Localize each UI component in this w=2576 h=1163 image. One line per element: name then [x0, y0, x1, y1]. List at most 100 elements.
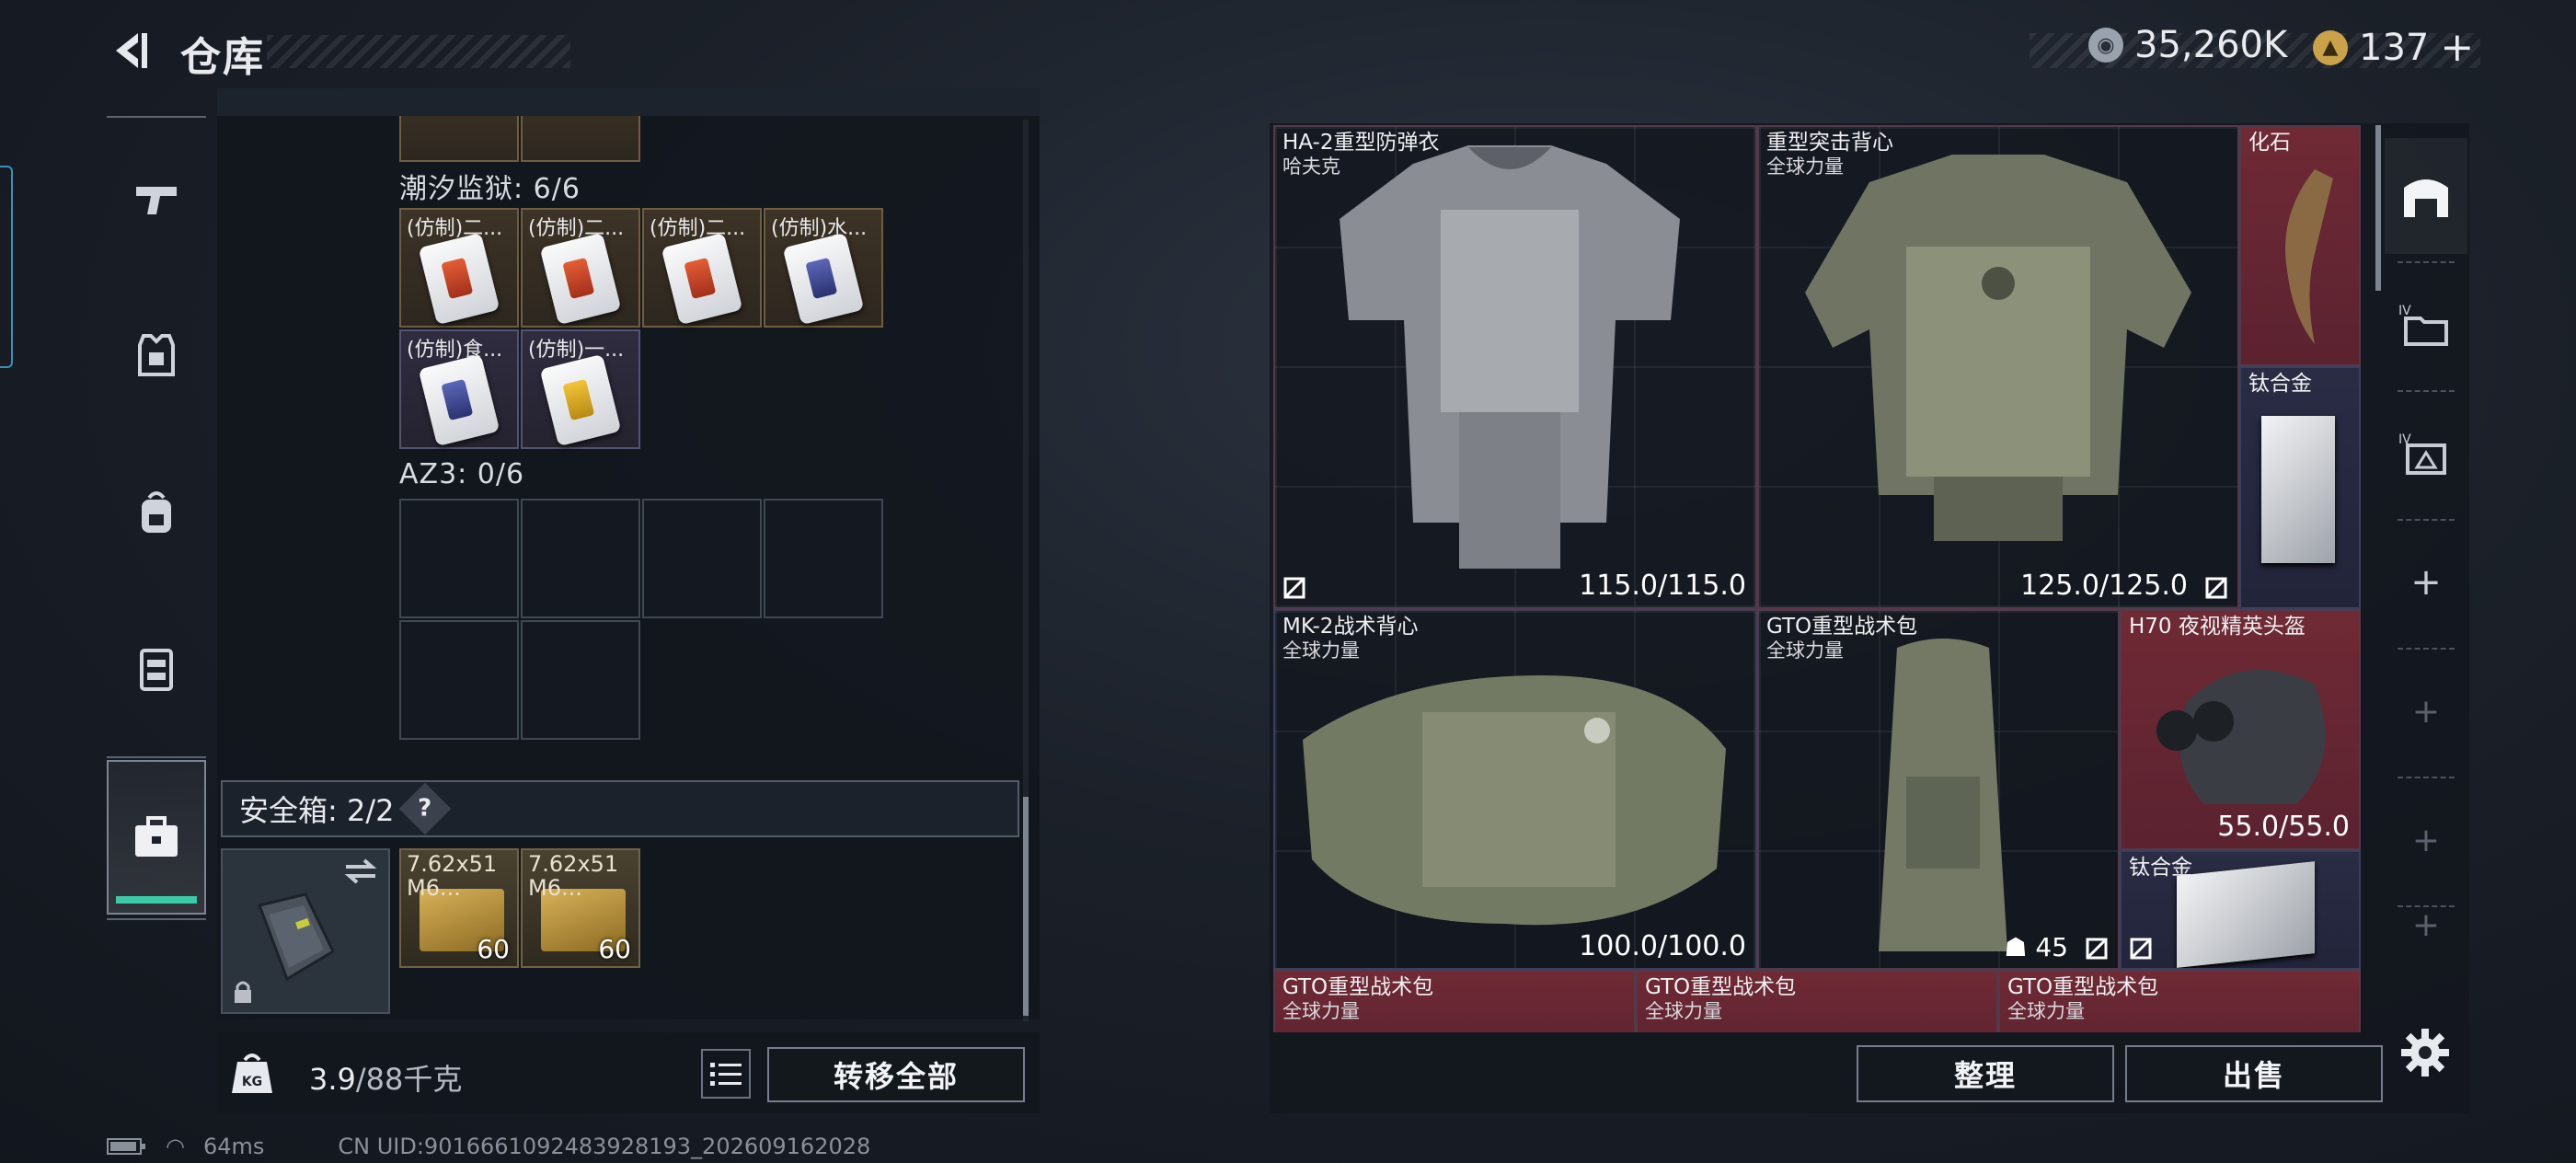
swap-icon[interactable]	[342, 858, 379, 885]
item-name: 重型突击背心	[1766, 131, 1893, 155]
empty-slot[interactable]	[521, 499, 640, 618]
stash-item[interactable]: 钛合金	[2239, 366, 2361, 609]
gold-amount: 137	[2359, 26, 2430, 69]
safebox-case-icon	[257, 892, 335, 982]
safebox-ammo-item[interactable]: 7.62x51 M6... 60	[521, 848, 640, 968]
section-label-tidal-prison: 潮汐监狱: 6/6	[399, 173, 581, 205]
item-label: 重型突击背心 全球力量	[1766, 131, 1893, 178]
stash-tab-iv-folder[interactable]: IV	[2385, 267, 2467, 383]
stash-item[interactable]: 重型突击背心 全球力量 125.0/125.0	[1757, 125, 2239, 609]
empty-slot[interactable]	[399, 620, 519, 740]
empty-slot[interactable]	[521, 620, 640, 740]
svg-text:IV: IV	[2398, 304, 2411, 318]
safebox-ammo-item[interactable]: 7.62x51 M6... 60	[399, 848, 519, 968]
nav-backpack[interactable]	[107, 443, 206, 582]
section-label-az3: AZ3: 0/6	[399, 458, 525, 490]
item-brand: 全球力量	[1645, 1000, 1722, 1022]
help-icon[interactable]: ?	[399, 782, 452, 835]
stash-tab-all[interactable]	[2385, 138, 2467, 254]
capacity-value: 45	[2035, 932, 2068, 962]
stash-tab-add[interactable]: +	[2385, 524, 2467, 640]
safebox-header: 安全箱: 2/2 ?	[221, 780, 1019, 837]
rig-icon	[140, 649, 173, 691]
sell-button[interactable]: 出售	[2125, 1045, 2383, 1102]
stash-tab-add[interactable]: +	[2385, 653, 2467, 769]
empty-slot[interactable]	[764, 499, 883, 618]
tab-divider	[2398, 648, 2455, 650]
gold-currency[interactable]: ▲ 137 +	[2313, 24, 2474, 71]
box-iv-icon: IV	[2398, 432, 2446, 475]
tab-divider	[2398, 777, 2455, 778]
assault-vest-image	[1805, 155, 2191, 541]
consumable-pack-icon	[418, 353, 500, 447]
consumable-pack-icon	[661, 232, 743, 326]
plus-icon: +	[2411, 821, 2441, 859]
stash-item[interactable]: GTO重型战术包 全球力量 ☗ 45	[1757, 609, 2120, 970]
container-scroll-thumb[interactable]	[1023, 797, 1029, 1016]
container-item[interactable]: (仿制)二...	[399, 208, 519, 328]
backpack-icon	[142, 491, 171, 533]
title-decoration	[267, 35, 570, 68]
stash-item[interactable]: H70 夜视精英头盔 55.0/55.0	[2120, 609, 2361, 850]
stash-item[interactable]: 化石	[2239, 125, 2361, 366]
container-item[interactable]: (仿制)水...	[764, 208, 883, 328]
tactical-backpack-image	[1879, 639, 2007, 951]
empty-slot[interactable]	[642, 499, 762, 618]
list-view-button[interactable]	[701, 1049, 751, 1099]
stash-tab-add[interactable]: +	[2385, 782, 2467, 898]
item-name: 7.62x51 M6...	[407, 852, 498, 901]
wifi-icon: ◠	[166, 1134, 185, 1159]
no-insure-icon	[2205, 577, 2227, 599]
lock-icon	[235, 981, 251, 1003]
stash-item[interactable]: GTO重型战术包 全球力量	[1998, 970, 2361, 1032]
transfer-all-button[interactable]: 转移全部	[767, 1047, 1025, 1102]
category-nav	[107, 116, 206, 926]
nav-safebox[interactable]	[107, 760, 206, 915]
settings-gear-icon[interactable]	[2399, 1027, 2451, 1078]
stash-item[interactable]: HA-2重型防弹衣 哈夫克 115.0/115.0	[1273, 125, 1757, 609]
sort-button[interactable]: 整理	[1857, 1045, 2114, 1102]
container-item[interactable]: (仿制)二...	[521, 208, 640, 328]
item-name: HA-2重型防弹衣	[1282, 131, 1440, 155]
item-brand: 全球力量	[1282, 639, 1360, 662]
stash-tab-iv-box[interactable]: IV	[2385, 396, 2467, 512]
panel-top-mask	[217, 88, 1040, 116]
container-item[interactable]: (仿制)食...	[399, 329, 519, 449]
titanium-plate-image	[2177, 861, 2315, 968]
nav-armor[interactable]	[107, 287, 206, 425]
tab-divider	[2398, 261, 2455, 263]
stash-item[interactable]: 钛合金	[2120, 850, 2361, 970]
gold-add-button[interactable]: +	[2440, 24, 2474, 71]
plus-icon: +	[2411, 905, 2441, 944]
nav-rig[interactable]	[107, 600, 206, 738]
item-label: MK-2战术背心 全球力量	[1282, 615, 1418, 662]
stash-item[interactable]: GTO重型战术包 全球力量	[1273, 970, 1636, 1032]
stash-item[interactable]: MK-2战术背心 全球力量 100.0/100.0	[1273, 609, 1757, 970]
consumable-pack-icon	[418, 232, 500, 326]
weight-icon: KG	[232, 1054, 272, 1093]
item-name: GTO重型战术包	[1282, 975, 1434, 999]
item-brand: 全球力量	[1766, 639, 1844, 662]
item-name: GTO重型战术包	[1766, 615, 1918, 639]
status-bar: ◠ 64ms CN UID:9016661092483928193_202609…	[107, 1134, 870, 1159]
back-arrow-icon[interactable]	[107, 28, 153, 74]
item-count: 60	[477, 934, 510, 964]
item-label: HA-2重型防弹衣 哈夫克	[1282, 131, 1439, 178]
item-label: 化石	[2248, 131, 2291, 155]
stash-item[interactable]: GTO重型战术包 全球力量	[1636, 970, 1998, 1032]
item-name: GTO重型战术包	[1645, 975, 1797, 999]
item-count: 60	[598, 934, 631, 964]
nav-divider	[107, 756, 206, 758]
item-name: 钛合金	[2248, 372, 2312, 396]
ping-text: 64ms	[202, 1134, 265, 1159]
stash-tab-add[interactable]: +	[2385, 883, 2467, 966]
page-title: 仓库	[180, 34, 265, 81]
empty-slot[interactable]	[399, 499, 519, 618]
nav-weapon[interactable]	[107, 131, 206, 269]
item-brand: 哈夫克	[1282, 155, 1340, 178]
container-item[interactable]: (仿制)一...	[521, 329, 640, 449]
container-item[interactable]: (仿制)二...	[642, 208, 762, 328]
stash-scrollbar[interactable]	[2375, 125, 2381, 291]
safebox-slot[interactable]	[221, 848, 390, 1014]
item-durability: 100.0/100.0	[1579, 930, 1746, 962]
